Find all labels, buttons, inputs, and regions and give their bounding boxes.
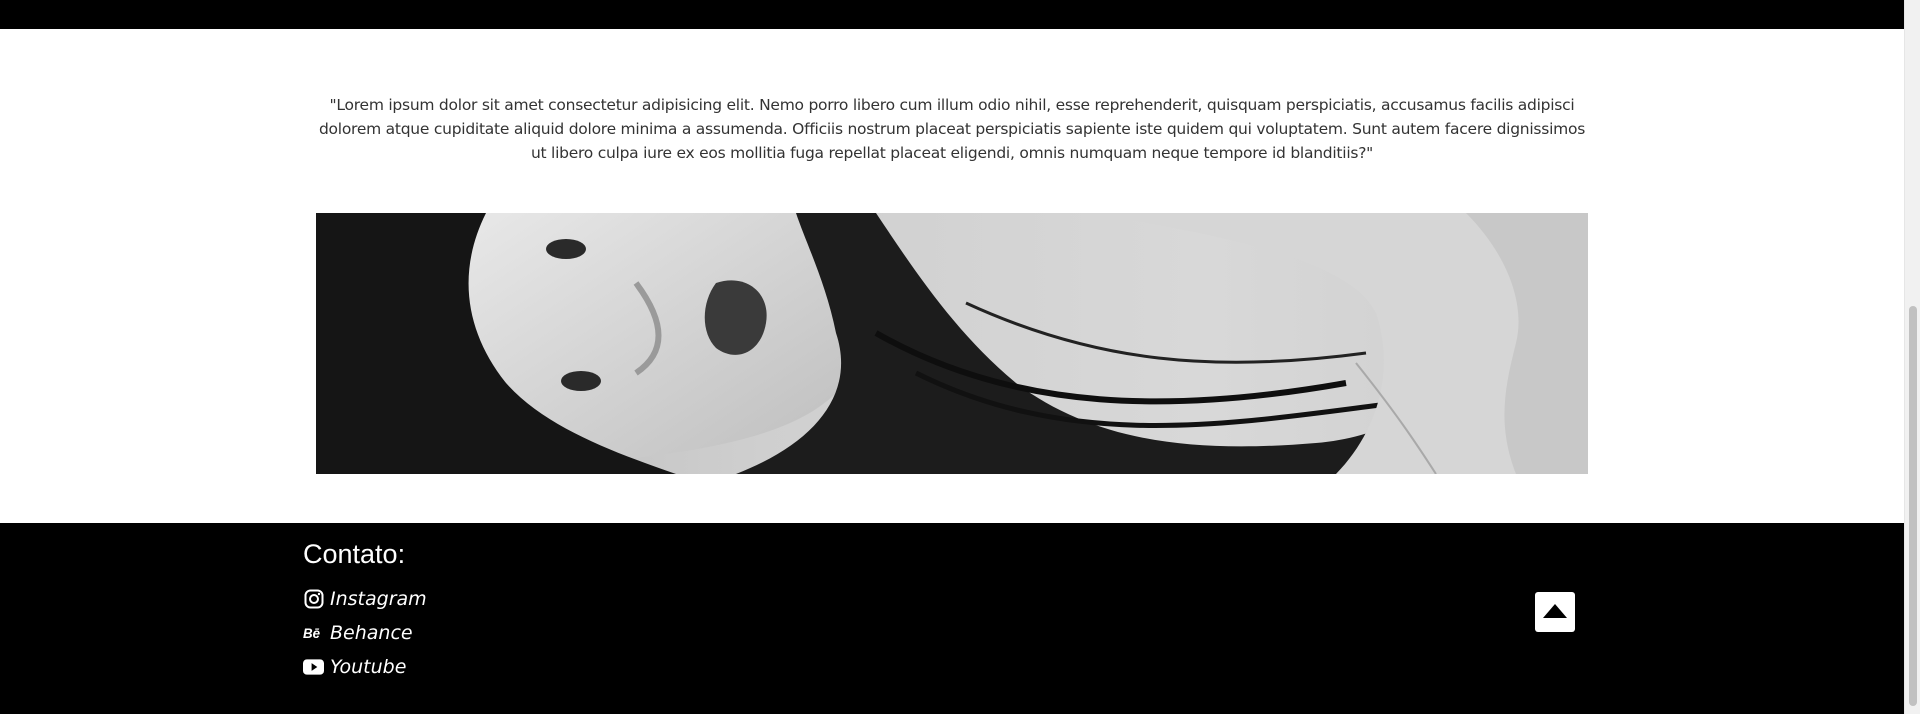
top-nav-bar: [0, 0, 1904, 29]
behance-label: Behance: [330, 622, 413, 644]
svg-text:Bē: Bē: [303, 626, 321, 641]
youtube-icon: [303, 657, 324, 678]
caret-up-icon: [1543, 603, 1567, 622]
behance-link[interactable]: Bē Behance: [303, 622, 413, 644]
footer-title: Contato:: [303, 539, 406, 569]
quote-text: "Lorem ipsum dolor sit amet consectetur …: [318, 95, 1586, 162]
behance-icon: Bē: [303, 623, 324, 644]
instagram-label: Instagram: [330, 588, 427, 610]
footer: Contato: Instagram Bē Behance Youtube: [0, 523, 1904, 714]
scrollbar[interactable]: [1904, 0, 1920, 714]
youtube-link[interactable]: Youtube: [303, 656, 406, 678]
instagram-link[interactable]: Instagram: [303, 588, 427, 610]
scrollbar-thumb[interactable]: [1909, 306, 1917, 706]
back-to-top-button[interactable]: [1535, 592, 1575, 632]
page: "Lorem ipsum dolor sit amet consectetur …: [0, 0, 1920, 714]
instagram-icon: [303, 589, 324, 610]
youtube-label: Youtube: [330, 656, 407, 678]
hero-image: [316, 213, 1588, 474]
